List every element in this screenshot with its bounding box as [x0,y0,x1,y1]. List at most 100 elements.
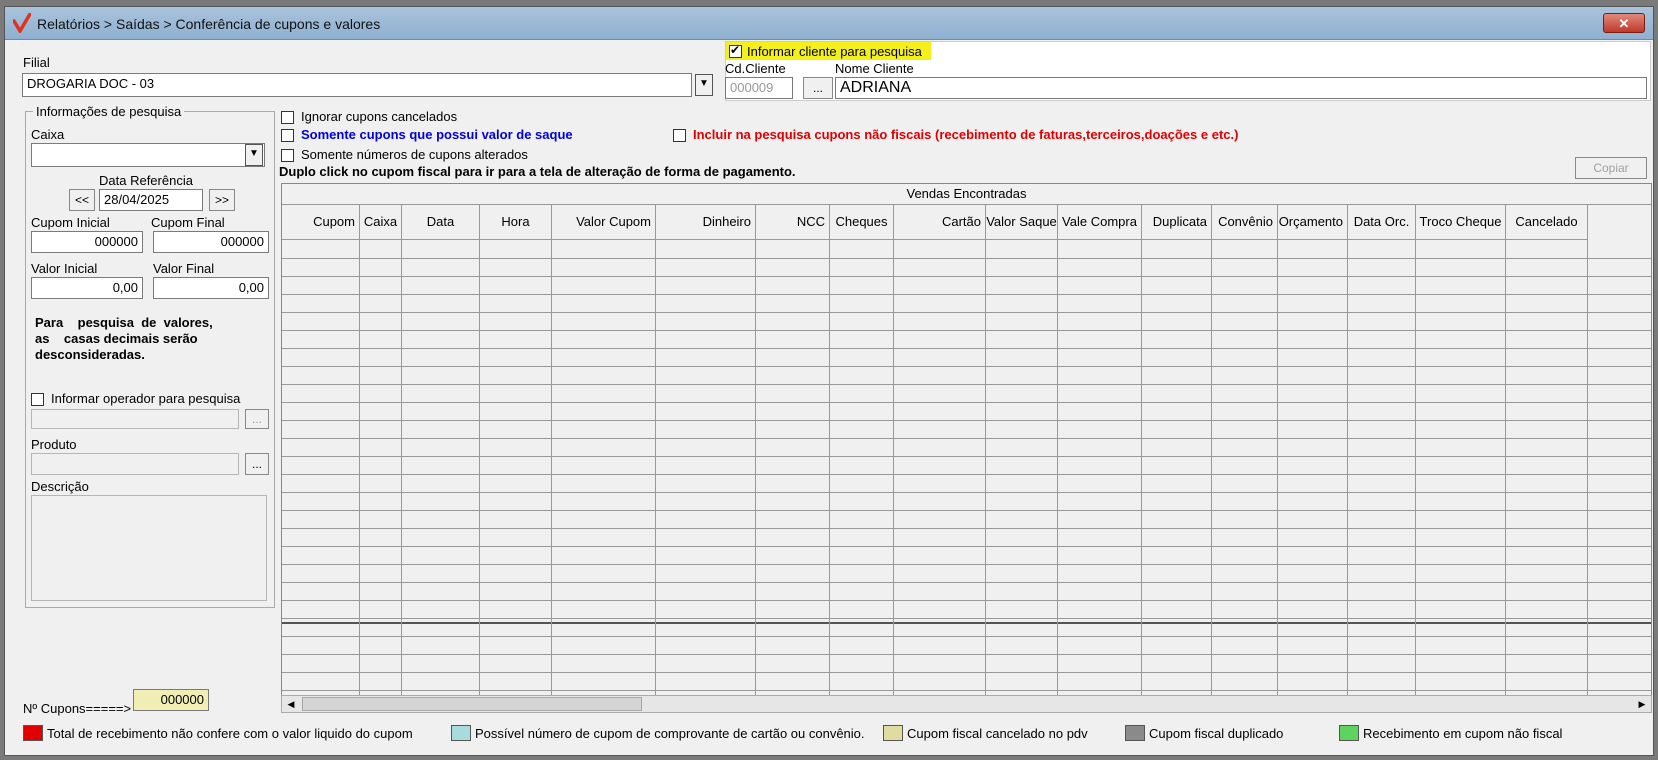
column-header[interactable]: Vale Compra [1058,204,1142,240]
grid-column-line [401,240,402,712]
grid-row-line [282,276,1651,277]
scroll-thumb[interactable] [302,697,642,711]
data-ref-input[interactable]: 28/04/2025 [99,189,203,211]
somente-alterados-label: Somente números de cupons alterados [301,147,528,162]
column-header[interactable]: Orçamento [1278,204,1348,240]
legend-swatch [883,725,903,741]
caixa-select[interactable] [31,143,265,167]
filial-select[interactable]: DROGARIA DOC - 03 [22,73,692,97]
cupons-count-label: Nº Cupons=====> [23,701,132,716]
grid-row-line [282,330,1651,331]
caixa-dropdown-icon[interactable]: ▼ [245,144,263,166]
grid-row-line [282,618,1651,619]
scroll-left-icon[interactable]: ◀ [284,697,298,711]
valor-inicial-input[interactable]: 0,00 [31,277,143,299]
legend-label: Possível número de cupom de comprovante … [475,726,865,741]
valor-inicial-label: Valor Inicial [31,261,98,276]
grid-row-line [282,528,1651,529]
grid-row-line [282,546,1651,547]
column-header[interactable]: Cupom [282,204,360,240]
grid-row-line [282,492,1651,493]
grid-column-line [1415,240,1416,712]
title-bar: Relatórios > Saídas > Conferência de cup… [5,7,1653,40]
caixa-label: Caixa [31,127,65,142]
grid-column-line [1277,240,1278,712]
incluir-nao-fiscais-checkbox[interactable] [673,129,686,142]
grid-row-line [282,384,1651,385]
scroll-right-icon[interactable]: ▶ [1635,697,1649,711]
close-button[interactable]: ✕ [1603,13,1645,33]
column-header[interactable]: Cancelado [1506,204,1588,240]
cupom-final-input[interactable]: 000000 [153,231,269,253]
grid-row-line [282,420,1651,421]
produto-lookup-button[interactable]: ... [245,453,269,475]
ignorar-cancelados-checkbox[interactable] [281,111,294,124]
grid-horizontal-scrollbar[interactable]: ◀ ▶ [281,695,1652,713]
copiar-button[interactable]: Copiar [1575,157,1647,179]
operador-checkbox[interactable] [31,393,44,406]
vendas-grid[interactable]: Vendas Encontradas Cupom Caixa Data Hora Val… [281,183,1652,713]
column-header[interactable]: Dinheiro [656,204,756,240]
cliente-checkbox[interactable] [729,43,742,58]
operador-checkbox-label: Informar operador para pesquisa [51,391,241,406]
cupom-inicial-input[interactable]: 000000 [31,231,143,253]
grid-column-line [655,240,656,712]
column-header[interactable]: Valor Saque [986,204,1058,240]
operador-lookup-button[interactable]: ... [245,409,269,429]
legend-label: Recebimento em cupom não fiscal [1363,726,1563,741]
grid-column-line [755,240,756,712]
grid-row-line [282,510,1651,511]
grid-row-line [282,672,1651,673]
grid-total-separator [282,622,1651,624]
column-header[interactable]: Data [402,204,480,240]
info-group-label: Informações de pesquisa [33,104,185,119]
main-window: Relatórios > Saídas > Conferência de cup… [4,6,1654,756]
nome-cliente-input[interactable]: ADRIANA [835,77,1647,99]
legend-swatch [1125,725,1145,741]
cupom-inicial-label: Cupom Inicial [31,215,110,230]
column-header[interactable]: Hora [480,204,552,240]
cliente-checkbox-label: Informar cliente para pesquisa [747,44,922,59]
column-header[interactable]: Valor Cupom [552,204,656,240]
grid-column-line [1211,240,1212,712]
grid-column-line [829,240,830,712]
legend-swatch [451,725,471,741]
grid-row-line [282,636,1651,637]
column-header[interactable]: NCC [756,204,830,240]
grid-row-line [282,564,1651,565]
grid-row-line [282,600,1651,601]
grid-row-line [282,312,1651,313]
cliente-lookup-button[interactable]: ... [803,77,833,99]
ignorar-cancelados-label: Ignorar cupons cancelados [301,109,458,124]
filial-dropdown-icon[interactable]: ▼ [695,74,713,96]
cd-cliente-input[interactable]: 000009 [725,77,793,99]
grid-column-line [359,240,360,712]
grid-column-line [1505,240,1506,712]
column-header[interactable]: Cartão [894,204,986,240]
column-header[interactable]: Convênio [1212,204,1278,240]
cupom-final-label: Cupom Final [151,215,225,230]
grid-column-line [985,240,986,712]
grid-column-line [479,240,480,712]
somente-saque-checkbox[interactable] [281,129,294,142]
column-header[interactable]: Duplicata [1142,204,1212,240]
incluir-nao-fiscais-label: Incluir na pesquisa cupons não fiscais (… [693,127,1239,142]
grid-row-line [282,366,1651,367]
column-header[interactable]: Troco Cheque [1416,204,1506,240]
data-prev-button[interactable]: << [69,189,95,211]
decimal-note: Para pesquisa de valores, as casas decima… [35,315,213,362]
grid-column-line [1057,240,1058,712]
column-header[interactable]: Caixa [360,204,402,240]
grid-title: Vendas Encontradas [282,184,1651,205]
valor-final-input[interactable]: 0,00 [153,277,269,299]
cd-cliente-label: Cd.Cliente [725,61,786,76]
grid-column-line [551,240,552,712]
grid-row-line [282,402,1651,403]
somente-alterados-checkbox[interactable] [281,149,294,162]
valor-final-label: Valor Final [153,261,215,276]
somente-saque-label: Somente cupons que possui valor de saque [301,127,573,142]
data-next-button[interactable]: >> [209,189,235,211]
column-header[interactable]: Cheques [830,204,894,240]
column-header[interactable]: Data Orc. [1348,204,1416,240]
produto-input[interactable] [31,453,239,475]
